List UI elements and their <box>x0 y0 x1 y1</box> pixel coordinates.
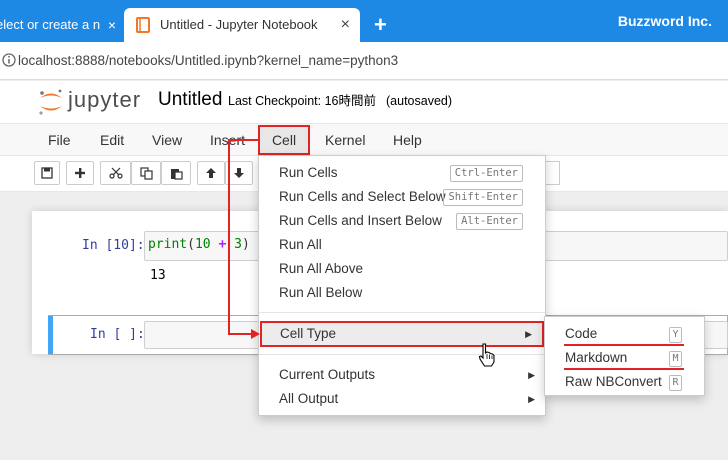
code-number-b: 3 <box>234 237 242 252</box>
menu-item-all-output[interactable]: All Output ▶ <box>259 387 545 411</box>
checkpoint-label: Last Checkpoint: 16時間前 <box>228 94 376 108</box>
menu-item-run-all-below[interactable]: Run All Below <box>259 281 545 305</box>
code-shortcut: Y <box>669 327 682 343</box>
save-button[interactable] <box>34 161 60 185</box>
menu-item-cell-type[interactable]: Cell Type ▶ <box>260 321 544 347</box>
run-cells-shortcut: Ctrl-Enter <box>449 165 523 182</box>
markdown-label: Markdown <box>565 350 628 365</box>
scissors-icon <box>108 167 123 179</box>
copy-icon <box>139 167 153 180</box>
markdown-underline <box>564 368 684 370</box>
menu-item-run-select-below[interactable]: Run Cells and Select Below Shift-Enter <box>259 185 545 209</box>
run-insert-below-shortcut: Alt-Enter <box>456 213 523 230</box>
menu-kernel[interactable]: Kernel <box>325 124 365 156</box>
paste-button[interactable] <box>161 161 191 185</box>
cell-1-output: 13 <box>150 268 166 283</box>
paste-icon <box>170 169 183 180</box>
menu-item-current-outputs[interactable]: Current Outputs ▶ <box>259 363 545 387</box>
browser-tab-inactive[interactable]: elect or create a n × <box>0 8 122 42</box>
code-label: Code <box>565 326 598 341</box>
brand-label: Buzzword Inc. <box>617 13 712 29</box>
cell-type-label: Cell Type <box>280 326 337 341</box>
menu-item-run-insert-below[interactable]: Run Cells and Insert Below Alt-Enter <box>259 209 545 233</box>
notebook-favicon-icon <box>136 17 150 33</box>
browser-tab-inactive-label: elect or create a n <box>0 17 101 32</box>
menu-item-run-all[interactable]: Run All <box>259 233 545 257</box>
raw-nbconvert-label: Raw NBConvert <box>565 374 662 389</box>
run-insert-below-label: Run Cells and Insert Below <box>279 213 442 228</box>
menu-edit[interactable]: Edit <box>100 124 124 156</box>
run-select-below-label: Run Cells and Select Below <box>279 189 446 204</box>
code-paren-open: ( <box>187 237 195 252</box>
browser-tab-active[interactable]: Untitled - Jupyter Notebook × <box>124 8 360 42</box>
insert-cell-button[interactable] <box>66 161 94 185</box>
menu-insert[interactable]: Insert <box>210 124 245 156</box>
hand-cursor-icon <box>478 343 495 367</box>
menu-bar: File Edit View Insert Cell Kernel Help <box>0 123 728 156</box>
run-select-below-shortcut: Shift-Enter <box>443 189 523 206</box>
browser-tab-title: Untitled - Jupyter Notebook <box>160 17 318 32</box>
menu-file[interactable]: File <box>48 124 71 156</box>
cell-1-prompt: In [10]: <box>82 238 145 253</box>
menu-item-run-cells[interactable]: Run Cells Ctrl-Enter <box>259 161 545 185</box>
move-up-button[interactable] <box>197 161 225 185</box>
jupyter-logo-text[interactable]: jupyter <box>68 83 141 117</box>
markdown-shortcut: M <box>669 351 682 367</box>
floppy-icon <box>41 167 53 179</box>
cell-type-submenu: Code Y Markdown M Raw NBConvert R <box>544 316 705 396</box>
submenu-item-markdown[interactable]: Markdown M <box>545 346 704 370</box>
plus-icon <box>75 168 85 178</box>
raw-shortcut: R <box>669 375 682 391</box>
url-text[interactable]: localhost:8888/notebooks/Untitled.ipynb?… <box>18 42 398 80</box>
menu-view[interactable]: View <box>152 124 182 156</box>
menu-divider <box>259 354 545 355</box>
arrow-up-icon <box>206 168 216 178</box>
arrow-down-icon <box>234 168 244 178</box>
caret-right-icon: ▶ <box>528 394 535 404</box>
checkpoint-status: Last Checkpoint: 16時間前 (autosaved) <box>228 91 452 111</box>
close-icon[interactable]: × <box>108 8 116 42</box>
cut-button[interactable] <box>100 161 131 185</box>
address-bar[interactable]: localhost:8888/notebooks/Untitled.ipynb?… <box>0 42 728 80</box>
menu-divider <box>259 312 545 313</box>
code-print: print <box>148 237 188 252</box>
menu-help[interactable]: Help <box>393 124 422 156</box>
copy-button[interactable] <box>131 161 161 185</box>
cell-1-code: print(10 + 3) <box>148 237 250 252</box>
menu-cell[interactable]: Cell <box>258 125 310 155</box>
submenu-item-code[interactable]: Code Y <box>545 322 704 346</box>
move-down-button[interactable] <box>225 161 253 185</box>
close-icon[interactable]: × <box>341 8 350 42</box>
new-tab-button[interactable]: + <box>374 12 387 38</box>
submenu-item-raw-nbconvert[interactable]: Raw NBConvert R <box>545 370 704 394</box>
autosaved-label: (autosaved) <box>386 94 453 108</box>
all-output-label: All Output <box>279 391 339 406</box>
jupyter-header: jupyter Untitled Last Checkpoint: 16時間前 (… <box>0 81 728 123</box>
current-outputs-label: Current Outputs <box>279 367 376 382</box>
caret-right-icon: ▶ <box>525 329 532 339</box>
cell-2-prompt: In [ ]: <box>90 327 145 342</box>
code-underline <box>564 344 684 346</box>
menu-item-run-all-above[interactable]: Run All Above <box>259 257 545 281</box>
code-paren-close: ) <box>241 237 250 252</box>
caret-right-icon: ▶ <box>528 370 535 380</box>
notebook-title[interactable]: Untitled <box>158 85 222 115</box>
run-cells-label: Run Cells <box>279 165 338 180</box>
jupyter-logo-icon[interactable] <box>36 87 66 117</box>
info-icon[interactable] <box>2 53 16 67</box>
code-operator: + <box>210 237 235 252</box>
code-number-a: 10 <box>194 237 211 252</box>
cell-dropdown-menu: Run Cells Ctrl-Enter Run Cells and Selec… <box>258 155 546 416</box>
browser-tab-bar: elect or create a n × Untitled - Jupyter… <box>0 0 728 42</box>
